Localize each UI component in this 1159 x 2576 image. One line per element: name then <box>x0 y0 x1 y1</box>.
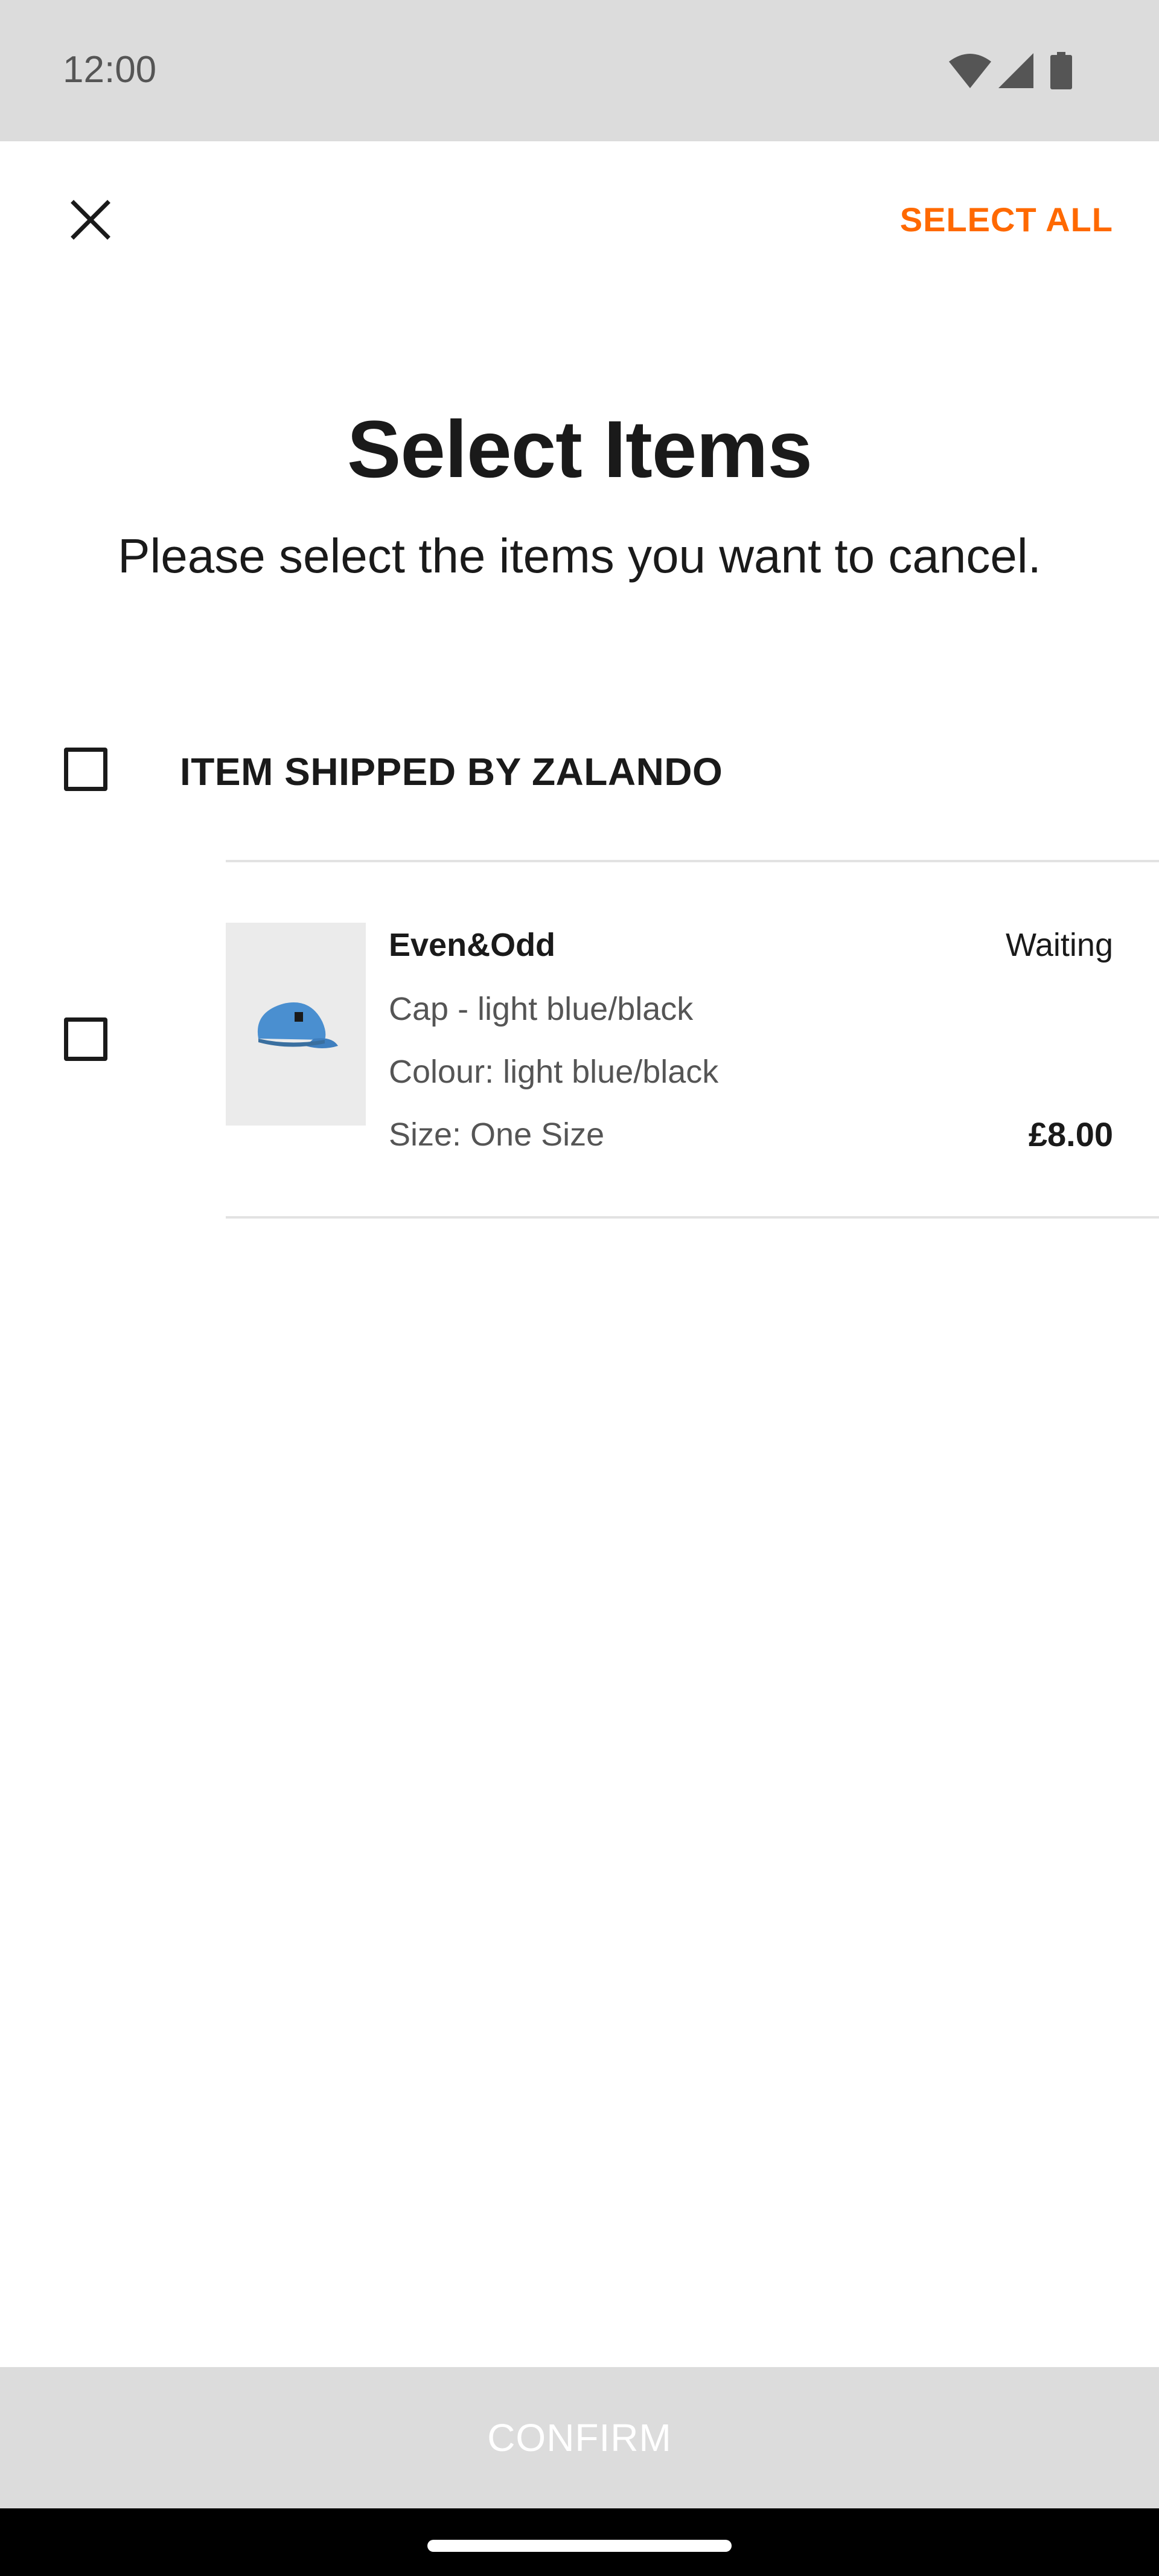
group-label: ITEM SHIPPED BY ZALANDO <box>180 750 723 793</box>
select-all-button[interactable]: SELECT ALL <box>900 197 1113 243</box>
item-name: Cap - light blue/black <box>389 991 694 1027</box>
confirm-label: CONFIRM <box>487 2416 672 2459</box>
page-title: Select Items <box>346 405 813 495</box>
status-time: 12:00 <box>63 49 157 91</box>
divider-bottom <box>226 1216 1159 1219</box>
item-image[interactable] <box>226 923 366 1126</box>
item-brand: Even&Odd <box>389 927 556 963</box>
item-size: Size: One Size <box>389 1117 605 1153</box>
confirm-button[interactable]: CONFIRM <box>0 2367 1159 2508</box>
wifi-icon <box>949 54 991 88</box>
signal-icon <box>998 53 1033 88</box>
item-colour: Colour: light blue/black <box>389 1054 719 1090</box>
cap-icon <box>257 1002 338 1048</box>
divider-top <box>226 860 1159 862</box>
status-icons <box>948 52 1081 89</box>
item-status: Waiting <box>1005 927 1113 963</box>
close-button[interactable] <box>62 191 120 249</box>
status-bar: 12:00 <box>0 0 1159 141</box>
page-subtitle: Please select the items you want to canc… <box>118 529 1041 583</box>
navigation-bar <box>0 2508 1159 2576</box>
group-checkbox[interactable] <box>64 748 107 791</box>
home-indicator[interactable] <box>427 2540 732 2552</box>
item-checkbox[interactable] <box>64 1017 107 1061</box>
battery-icon <box>1050 52 1072 89</box>
item-price: £8.00 <box>1028 1115 1113 1153</box>
close-icon <box>71 200 110 240</box>
